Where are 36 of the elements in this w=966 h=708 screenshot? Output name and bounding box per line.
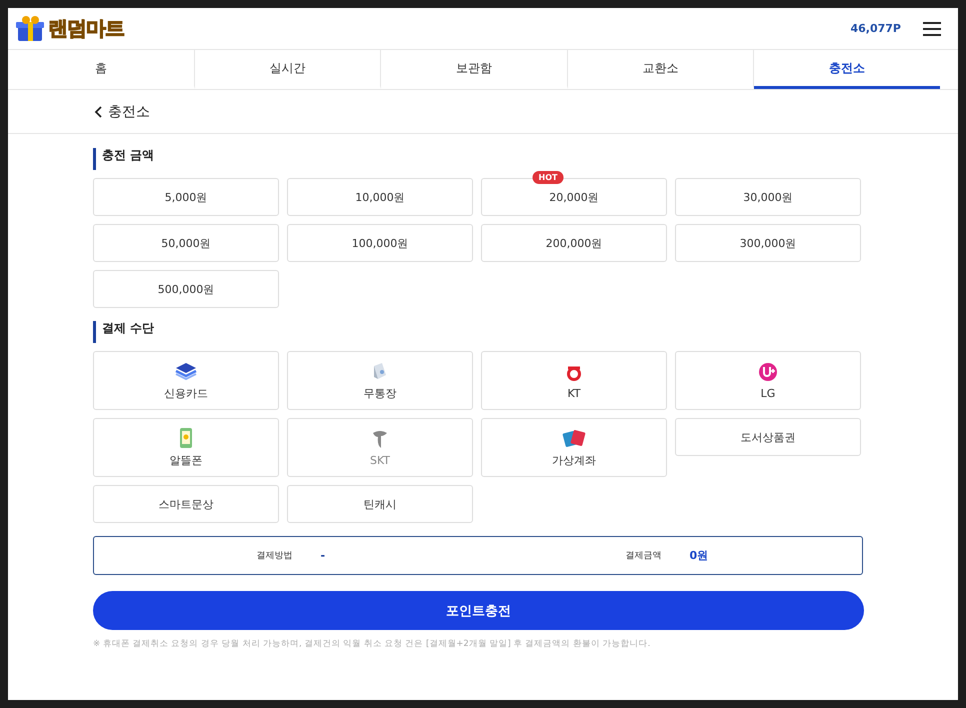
payment-option[interactable]: 신용카드 <box>93 351 279 410</box>
amount-option[interactable]: 100,000원 <box>287 224 473 262</box>
amount-option[interactable]: 30,000원 <box>675 178 861 216</box>
amount-option[interactable]: 5,000원 <box>93 178 279 216</box>
gift-box-icon <box>16 14 46 42</box>
page-title: 충전소 <box>108 102 150 120</box>
charge-button[interactable]: 포인트충전 <box>93 591 864 630</box>
points-balance: 46,077P <box>850 22 901 35</box>
amount-option[interactable]: 300,000원 <box>675 224 861 262</box>
amount-option[interactable]: 50,000원 <box>93 224 279 262</box>
payment-option[interactable]: LG <box>675 351 861 410</box>
payment-option[interactable]: 가상계좌 <box>481 418 667 477</box>
payment-option[interactable]: 무통장 <box>287 351 473 410</box>
amount-option[interactable]: 10,000원 <box>287 178 473 216</box>
payment-option[interactable]: 알뜰폰 <box>93 418 279 477</box>
payment-option[interactable]: 틴캐시 <box>287 485 473 523</box>
summary-label: 결제금액 <box>626 550 662 562</box>
section-title: 결제 수단 <box>93 321 863 343</box>
notice-text: ※ 휴대폰 결제취소 요청의 경우 당월 처리 가능하며, 결제건의 익월 취소 요청 건은 [결제월+2개월 말일] 후 결제금액의 환불이 가능합니다. <box>93 638 652 650</box>
circle-logo-icon <box>756 361 780 383</box>
summary-label: 결제방법 <box>256 550 292 562</box>
logo-text[interactable]: 랜덤마트 <box>48 15 124 42</box>
chevron-left-icon <box>94 106 102 118</box>
cards-icon <box>562 427 586 449</box>
hot-badge: HOT <box>532 171 564 184</box>
back-button[interactable] <box>94 106 102 118</box>
menu-button[interactable] <box>923 20 941 36</box>
amount-option[interactable]: 500,000원 <box>93 270 279 308</box>
summary-value: - <box>320 549 326 562</box>
menu-icon <box>923 20 941 36</box>
card-stack-icon <box>174 360 198 382</box>
amount-option[interactable]: 200,000원 <box>481 224 667 262</box>
summary-value: 0원 <box>690 548 710 563</box>
payment-option[interactable]: KT <box>481 351 667 410</box>
payment-option[interactable]: 도서상품권 <box>675 418 861 456</box>
payment-option[interactable]: 스마트문상 <box>93 485 279 523</box>
